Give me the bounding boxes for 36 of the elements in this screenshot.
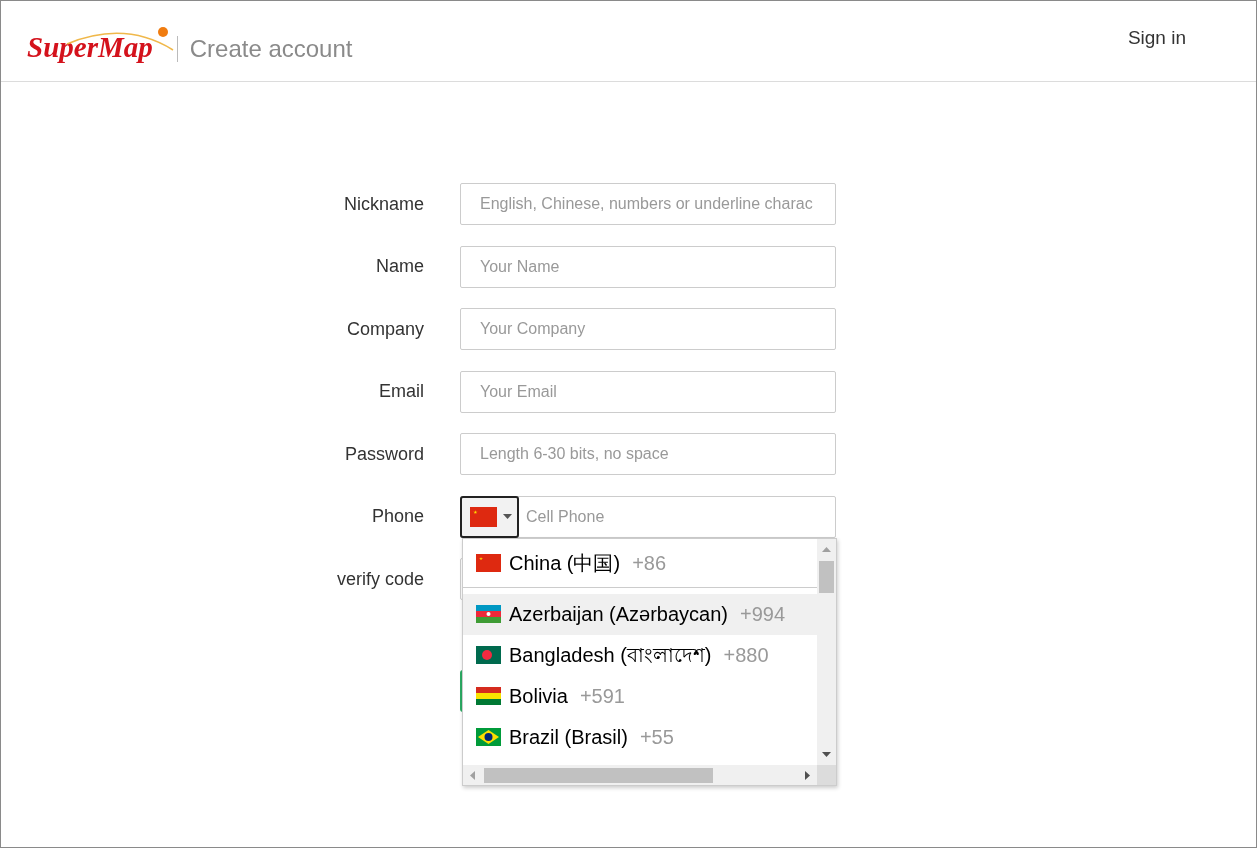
vertical-scrollbar[interactable] xyxy=(817,538,836,765)
field-label: Name xyxy=(375,255,424,278)
scroll-left-icon[interactable] xyxy=(470,770,475,780)
country-option[interactable]: Bolivia +591 xyxy=(463,675,817,717)
scrollbar-thumb[interactable] xyxy=(484,767,713,783)
flag-icon xyxy=(476,605,501,623)
field-label: verify code xyxy=(335,567,424,591)
flag-icon xyxy=(476,728,501,746)
flag-icon xyxy=(476,553,501,572)
country-option[interactable]: Bangladesh (বাংলাদেশ) +880 xyxy=(463,634,817,676)
scroll-right-icon[interactable] xyxy=(805,770,810,780)
scroll-up-icon[interactable] xyxy=(822,546,831,552)
field-label: Email xyxy=(378,380,424,403)
country-option[interactable]: China (中国) +86 xyxy=(463,538,817,587)
input-field[interactable]: Length 6-30 bits, no space xyxy=(460,433,836,475)
country-select-button[interactable] xyxy=(460,495,519,538)
logo: SuperMap xyxy=(27,12,153,70)
horizontal-scrollbar[interactable] xyxy=(463,764,817,785)
country-option[interactable]: Brazil (Brasil) +55 xyxy=(463,716,817,758)
field-label: Phone xyxy=(370,505,424,528)
flag-icon xyxy=(476,646,501,664)
flag-icon xyxy=(476,687,501,705)
scroll-down-icon[interactable] xyxy=(822,751,831,757)
field-label: Nickname xyxy=(342,192,424,216)
caret-icon xyxy=(503,514,512,519)
input-field[interactable]: Your Name xyxy=(460,245,836,288)
input-field[interactable]: Your Company xyxy=(460,308,836,350)
country-option[interactable]: Azerbaijan (Azərbaycan) +994 xyxy=(463,593,817,635)
page-title: Create account xyxy=(176,36,353,62)
field-label: Company xyxy=(345,317,424,341)
input-field[interactable]: English, Chinese, numbers or underline charac xyxy=(460,183,836,225)
scrollbar-thumb[interactable] xyxy=(819,560,834,593)
field-label: Password xyxy=(343,442,424,466)
flag-icon xyxy=(470,506,497,527)
sign-in-link[interactable]: Sign in xyxy=(1127,23,1186,53)
input-field[interactable]: Your Email xyxy=(460,370,836,413)
